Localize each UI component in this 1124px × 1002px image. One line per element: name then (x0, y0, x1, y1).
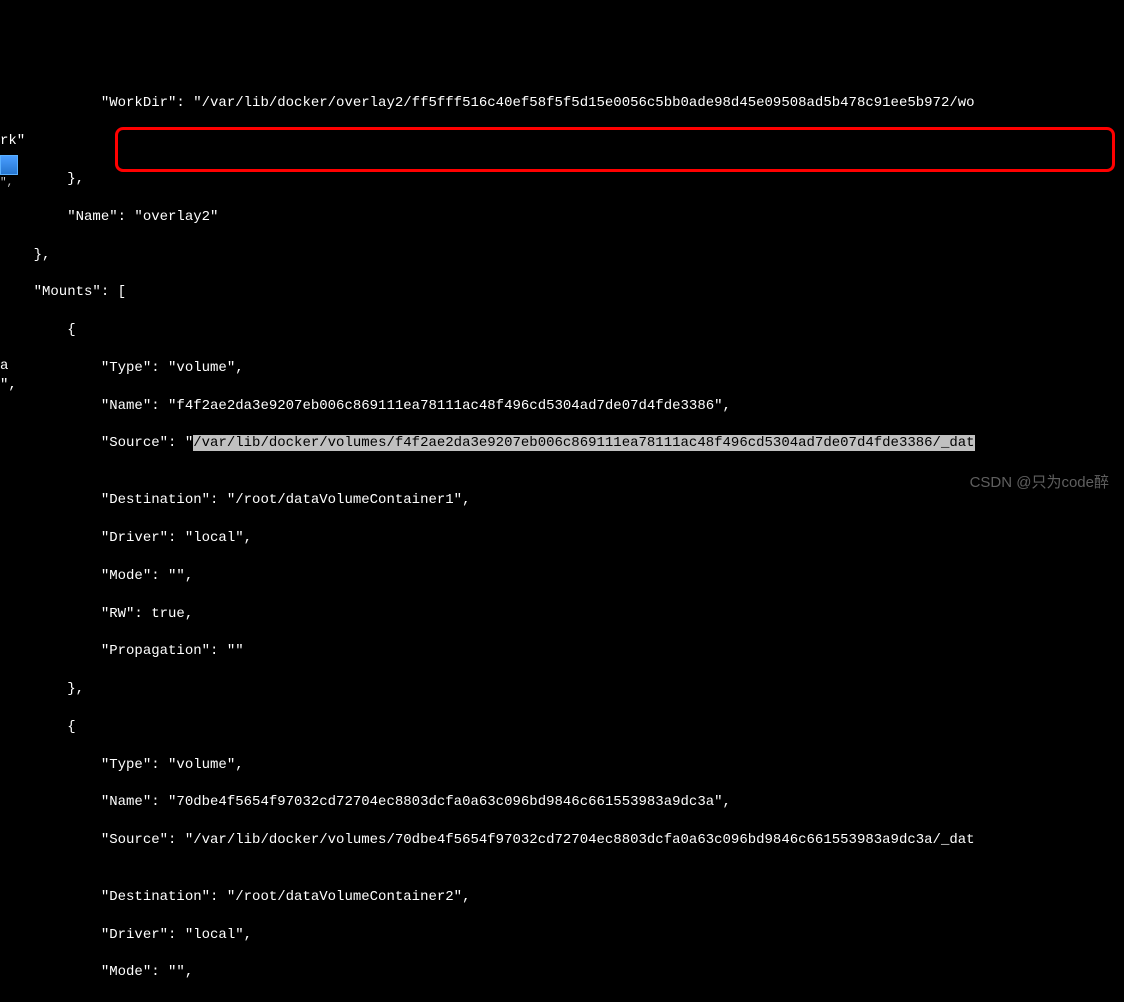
json-line: "RW": true, (0, 1001, 1124, 1002)
json-line: "Source": "/var/lib/docker/volumes/70dbe… (0, 831, 1124, 850)
json-line: "WorkDir": "/var/lib/docker/overlay2/ff5… (0, 94, 1124, 113)
selected-path[interactable]: /var/lib/docker/volumes/f4f2ae2da3e9207e… (193, 435, 974, 451)
left-fragment-text: a (0, 357, 8, 376)
left-fragment-text: ", (0, 376, 17, 395)
json-line: "Name": "70dbe4f5654f97032cd72704ec8803d… (0, 793, 1124, 812)
json-line: "Propagation": "" (0, 642, 1124, 661)
json-line: }, (0, 246, 1124, 265)
json-line: { (0, 718, 1124, 737)
json-line: { (0, 321, 1124, 340)
json-line: "Driver": "local", (0, 529, 1124, 548)
json-line: "Destination": "/root/dataVolumeContaine… (0, 888, 1124, 907)
json-line: "RW": true, (0, 605, 1124, 624)
json-line: "Name": "overlay2" (0, 208, 1124, 227)
json-line: "Mode": "", (0, 963, 1124, 982)
json-line: "Mode": "", (0, 567, 1124, 586)
csdn-watermark: CSDN @只为code醉 (970, 473, 1109, 493)
json-line-source: "Source": "/var/lib/docker/volumes/f4f2a… (0, 434, 1124, 453)
json-line: "Driver": "local", (0, 926, 1124, 945)
json-line: "Name": "f4f2ae2da3e9207eb006c869111ea78… (0, 397, 1124, 416)
json-line: "Type": "volume", (0, 756, 1124, 775)
source-prefix: "Source": " (0, 435, 193, 451)
json-line: "Type": "volume", (0, 359, 1124, 378)
taskbar-app-icon[interactable] (0, 155, 18, 175)
json-line: "Mounts": [ (0, 283, 1124, 302)
json-line: rk" (0, 132, 1124, 151)
terminal-output[interactable]: "WorkDir": "/var/lib/docker/overlay2/ff5… (0, 76, 1124, 1002)
json-line: }, (0, 680, 1124, 699)
json-line: }, (0, 170, 1124, 189)
left-fragment-text: ", (0, 176, 13, 191)
